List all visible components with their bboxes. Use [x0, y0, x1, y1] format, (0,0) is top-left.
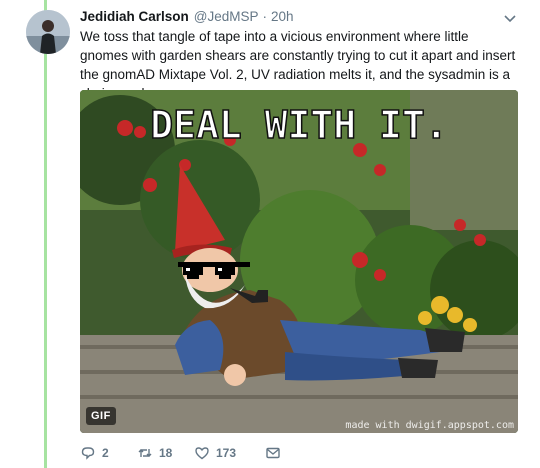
reply-button[interactable]: 2	[80, 445, 137, 461]
retweet-count: 18	[159, 446, 173, 460]
retweet-icon	[138, 449, 152, 457]
avatar[interactable]	[26, 10, 70, 54]
direct-message-icon	[266, 447, 280, 459]
gif-overlay-text: DEAL WITH IT.	[150, 103, 447, 147]
tweet-media-gif[interactable]: DEAL WITH IT. GIF made with dwigif.appsp…	[80, 90, 518, 433]
direct-message-button[interactable]	[265, 445, 281, 461]
avatar-image	[26, 10, 70, 54]
like-button[interactable]: 173	[194, 445, 265, 461]
tweet-header: Jedidiah Carlson @JedMSP · 20h	[80, 8, 520, 26]
like-heart-icon	[195, 447, 209, 460]
reply-count: 2	[102, 446, 109, 460]
display-name[interactable]: Jedidiah Carlson	[80, 8, 189, 26]
like-count: 173	[216, 446, 237, 460]
gnome-scene-image: DEAL WITH IT.	[80, 90, 518, 433]
user-handle[interactable]: @JedMSP	[194, 8, 259, 26]
tweet-body: Jedidiah Carlson @JedMSP · 20h We toss t…	[80, 8, 520, 103]
gif-badge: GIF	[86, 407, 116, 425]
retweet-button[interactable]: 18	[137, 445, 194, 461]
tweet-actions: 2 18 173	[80, 444, 281, 462]
reply-icon	[81, 447, 95, 460]
gif-watermark: made with dwigif.appspot.com	[345, 420, 514, 431]
header-separator: ·	[262, 9, 268, 24]
more-caret-icon[interactable]	[503, 11, 517, 25]
thread-line	[44, 0, 47, 468]
tweet-timestamp[interactable]: 20h	[271, 8, 294, 26]
